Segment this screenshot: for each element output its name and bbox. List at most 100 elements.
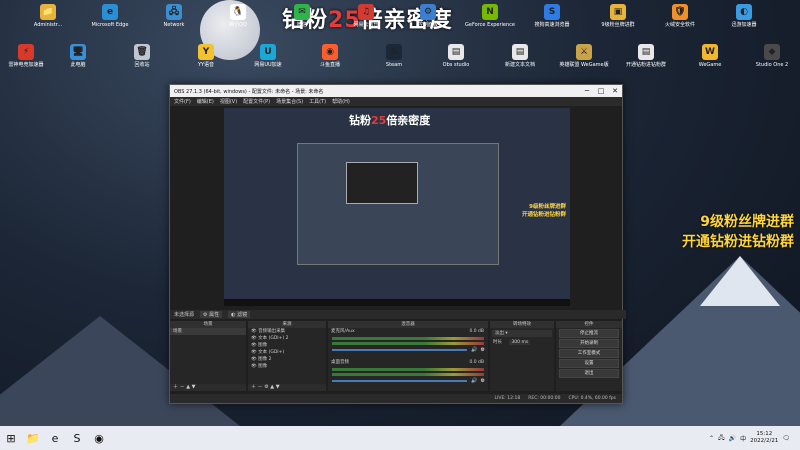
desktop-icon[interactable]: 🖥 此电脑 [52, 44, 104, 68]
properties-button[interactable]: ⚙ 属性 [200, 311, 223, 318]
desktop-icon[interactable]: ▤ 新建文本文档 [494, 44, 546, 68]
eye-icon[interactable]: 👁 [251, 350, 257, 355]
desktop-icon[interactable]: ⚡ 雷神电竞加速器 [0, 44, 52, 68]
duration-field[interactable]: 时长 300 ms [490, 339, 554, 346]
scene-item[interactable]: 场景 [170, 328, 246, 335]
desktop-icon[interactable]: S Steam [368, 44, 420, 68]
control-button[interactable]: 设置 [559, 359, 619, 368]
edge-taskbar-icon[interactable]: e [44, 426, 66, 450]
desktop-icon[interactable]: ◉ 斗鱼直播 [304, 44, 356, 68]
desktop-icon[interactable]: 🐧 腾讯QQ [212, 4, 264, 28]
minimize-icon[interactable]: ─ [580, 87, 594, 95]
preview-watermark-prefix: 钻粉 [349, 114, 371, 127]
up-icon[interactable]: ▲ [270, 384, 274, 390]
controls-header: 控件 [556, 321, 622, 328]
add-icon[interactable]: ＋ [251, 384, 256, 390]
down-icon[interactable]: ▼ [192, 384, 196, 390]
network-tray-icon[interactable]: 🖧 [718, 433, 725, 443]
mixer-dock: 混音器 麦克风/Aux 0.0 dB 🔊 ⚙ 桌面音频 0.0 dB 🔊 ⚙ [328, 321, 488, 391]
file-explorer-icon[interactable]: 📁 [22, 426, 44, 450]
desktop-icon[interactable]: ⚔ 英雄联盟 WeGame版 [558, 44, 610, 68]
transition-select[interactable]: 淡出 ▾ [492, 330, 552, 337]
desktop-icon[interactable]: 📁 Administr... [22, 4, 74, 28]
desktop-icon[interactable]: e Microsoft Edge [84, 4, 136, 28]
gear-icon[interactable]: ⚙ [264, 384, 268, 390]
desktop-icon[interactable]: 🛡 火绒安全软件 [654, 4, 706, 28]
desktop-icon[interactable]: ◐ 迅游加速器 [718, 4, 770, 28]
obs-title-bar[interactable]: OBS 27.1.3 (64-bit, windows) - 配置文件: 未命名… [170, 85, 622, 97]
chevron-up-icon[interactable]: ⌃ [709, 435, 714, 442]
steam-taskbar-icon[interactable]: S [66, 426, 88, 450]
ime-indicator[interactable]: 中 [740, 434, 746, 443]
desktop-icon[interactable]: ⚙ 控制面板 [402, 4, 454, 28]
speaker-icon[interactable]: 🔊 [471, 378, 477, 384]
control-button[interactable]: 开始录制 [559, 339, 619, 348]
desktop-icon[interactable]: 🖧 Network [148, 4, 200, 28]
desktop-icon[interactable]: U 网易UU加速 [242, 44, 294, 68]
mixer-track: 麦克风/Aux 0.0 dB 🔊 ⚙ [328, 328, 488, 353]
menu-item[interactable]: 场景集合(S) [276, 98, 303, 105]
controls-list: 停止推流 开始录制 工作室模式 设置 退出 [556, 329, 622, 378]
desktop-icon[interactable]: ▤ Obs studio [430, 44, 482, 68]
source-item[interactable]: 👁 图像 [248, 342, 326, 349]
obs-window[interactable]: OBS 27.1.3 (64-bit, windows) - 配置文件: 未命名… [169, 84, 626, 404]
eye-icon[interactable]: 👁 [251, 329, 257, 334]
remove-icon[interactable]: － [180, 384, 185, 390]
remove-icon[interactable]: － [258, 384, 263, 390]
source-item[interactable]: 👁 文本 (GDI+) [248, 349, 326, 356]
maximize-icon[interactable]: □ [594, 87, 608, 95]
desktop-icon[interactable]: ▤ 开通钻粉进钻粉群 [620, 44, 672, 68]
windows-start-icon[interactable]: ⊞ [0, 426, 22, 450]
source-item[interactable]: 👁 文本 (GDI+) 2 [248, 335, 326, 342]
filters-button[interactable]: ◐ 滤镜 [228, 311, 251, 318]
down-icon[interactable]: ▼ [276, 384, 280, 390]
desktop-icon[interactable]: 🗑 回收站 [116, 44, 168, 68]
menu-item[interactable]: 文件(F) [174, 98, 191, 105]
source-item[interactable]: 👁 音频输出采集 [248, 328, 326, 335]
menu-item[interactable]: 视图(V) [220, 98, 237, 105]
control-button[interactable]: 停止推流 [559, 329, 619, 338]
control-button[interactable]: 退出 [559, 369, 619, 378]
desktop-icon[interactable]: W WeGame [684, 44, 736, 68]
clock[interactable]: 15:12 2022/2/21 [750, 431, 778, 445]
desktop: 钻粉25倍亲密度 9级粉丝牌进群 开通钻粉进钻粉群 📁 Administr... e… [0, 0, 800, 426]
desktop-icon[interactable]: ▣ 9级粉丝牌进群 [592, 4, 644, 28]
gear-icon[interactable]: ⚙ [481, 378, 485, 384]
volume-icon[interactable]: 🔊 [729, 435, 736, 442]
up-icon[interactable]: ▲ [186, 384, 190, 390]
add-icon[interactable]: ＋ [173, 384, 178, 390]
obs-preview[interactable]: 钻粉25倍亲密度 9级粉丝牌进群 开通钻粉进钻粉群 [224, 108, 570, 306]
notification-icon[interactable]: 🗨 [782, 435, 790, 442]
volume-slider[interactable] [332, 380, 468, 382]
close-icon[interactable]: ✕ [608, 87, 622, 95]
menu-item[interactable]: 编辑(E) [197, 98, 214, 105]
desktop-icon[interactable]: ◆ Studio One 2 [746, 44, 798, 68]
control-button[interactable]: 工作室模式 [559, 349, 619, 358]
desktop-icon-label: 网易UU加速 [254, 62, 282, 68]
eye-icon[interactable]: 👁 [251, 364, 257, 369]
eye-icon[interactable]: 👁 [251, 357, 257, 362]
desktop-icon-label: 斗鱼直播 [319, 62, 340, 68]
desktop-icon[interactable]: N GeForce Experience [464, 4, 516, 28]
desktop-icon[interactable]: S 搜狗高速浏览器 [526, 4, 578, 28]
desktop-icon[interactable]: ✉ 微信 [276, 4, 328, 28]
source-item[interactable]: 👁 图像 2 [248, 356, 326, 363]
menu-item[interactable]: 配置文件(P) [243, 98, 270, 105]
xunyou-icon: ◐ [736, 4, 752, 20]
eye-icon[interactable]: 👁 [251, 336, 257, 341]
gear-icon[interactable]: ⚙ [481, 347, 485, 353]
source-toolbar: 未选择源 ⚙ 属性 ◐ 滤镜 [170, 310, 626, 319]
menu-item[interactable]: 帮助(H) [332, 98, 350, 105]
eye-icon[interactable]: 👁 [251, 343, 257, 348]
desktop-icon-label: 9级粉丝牌进群 [601, 22, 635, 28]
desktop-icon[interactable]: Y YY语音 [180, 44, 232, 68]
promo-doc-icon: ▤ [638, 44, 654, 60]
volume-slider[interactable] [332, 349, 468, 351]
menu-item[interactable]: 工具(T) [309, 98, 326, 105]
desktop-icon-label: Steam [385, 62, 403, 68]
desktop-icon-label: Microsoft Edge [91, 22, 129, 28]
desktop-icon[interactable]: ♫ 网易云音乐 [340, 4, 392, 28]
obs-taskbar-icon[interactable]: ◉ [88, 426, 110, 450]
speaker-icon[interactable]: 🔊 [471, 347, 477, 353]
source-item[interactable]: 👁 图像 [248, 363, 326, 370]
